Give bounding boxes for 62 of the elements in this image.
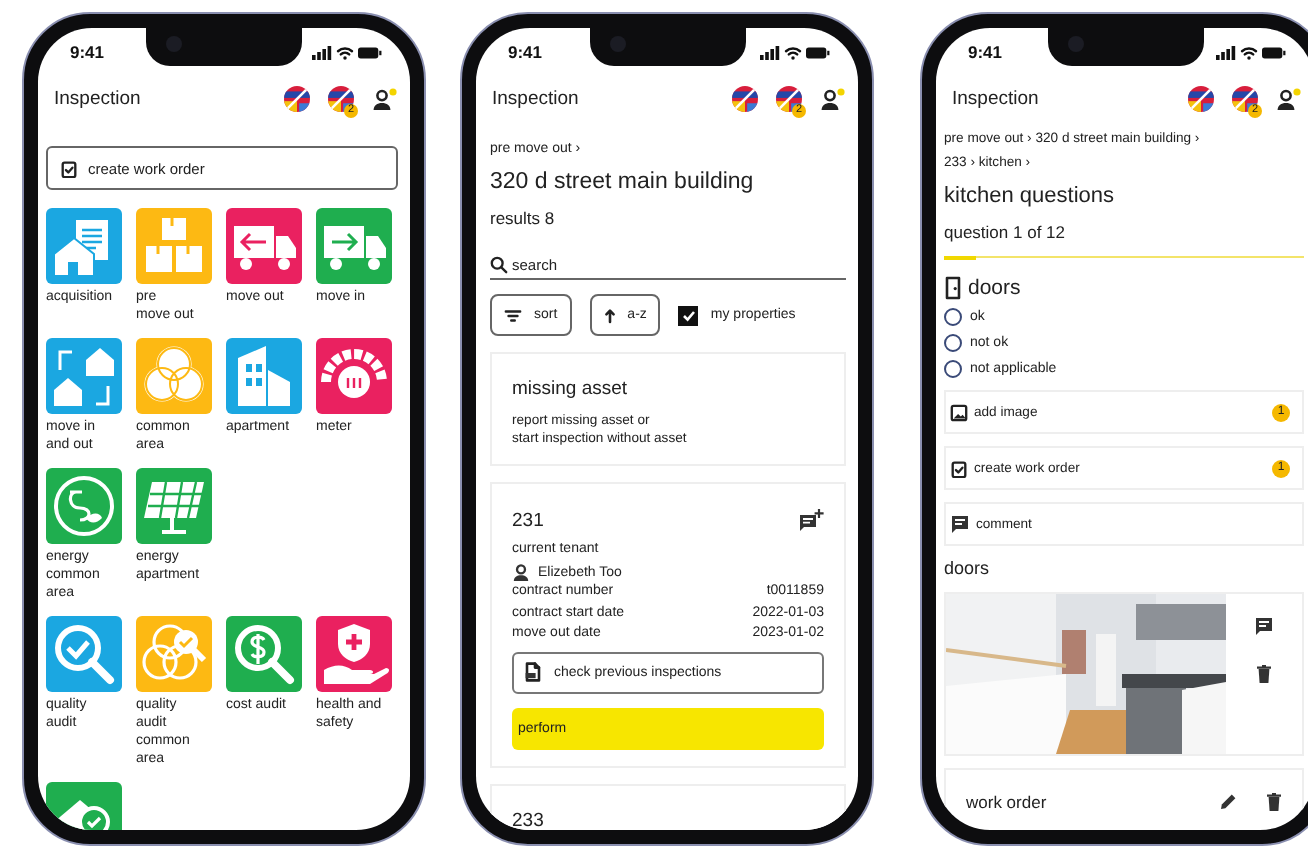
card-title: work order xyxy=(966,792,1049,812)
radio-button[interactable] xyxy=(944,360,962,378)
profile-icon[interactable] xyxy=(1276,87,1302,111)
comment-icon[interactable] xyxy=(1254,616,1274,636)
truck-icon[interactable] xyxy=(316,208,392,284)
gauge-icon[interactable] xyxy=(316,338,392,414)
flag-avatar[interactable] xyxy=(1188,86,1214,112)
page-heading: kitchen questions xyxy=(944,184,1114,208)
truck-icon[interactable] xyxy=(226,208,302,284)
status-time: 9:41 xyxy=(70,42,105,62)
signal-icon xyxy=(760,45,780,59)
radio-button[interactable] xyxy=(944,308,962,326)
section-title: doors xyxy=(968,276,1021,300)
flag-avatar[interactable] xyxy=(776,86,802,112)
profile-icon[interactable] xyxy=(372,87,398,111)
unit-number: 231 xyxy=(512,509,544,531)
profile-icon[interactable] xyxy=(820,87,846,111)
clipboard-check-icon xyxy=(60,159,78,177)
battery-icon xyxy=(806,45,830,59)
shield-icon[interactable] xyxy=(316,616,392,692)
flag-avatar[interactable] xyxy=(284,86,310,112)
comment-plus-icon[interactable] xyxy=(798,508,824,532)
unit-number: 233 xyxy=(512,809,544,830)
flag-avatar[interactable] xyxy=(328,86,354,112)
wifi-icon xyxy=(1240,45,1258,59)
houses-icon[interactable] xyxy=(46,338,122,414)
building-icon[interactable] xyxy=(226,338,302,414)
results-count: results 8 xyxy=(490,208,555,228)
magnifier-icon[interactable] xyxy=(46,616,122,692)
battery-icon xyxy=(358,45,382,59)
battery-icon xyxy=(1262,45,1286,59)
filter-icon xyxy=(504,307,522,323)
person-icon xyxy=(512,564,530,582)
document-icon xyxy=(524,662,542,682)
signal-icon xyxy=(312,45,332,59)
wifi-icon xyxy=(784,45,802,59)
door-icon xyxy=(944,276,962,300)
arrow-up-icon xyxy=(603,307,616,323)
checkbox[interactable] xyxy=(678,305,699,325)
clipboard-check-icon xyxy=(950,459,968,477)
app-title: Inspection xyxy=(492,88,579,110)
photos-heading: doors xyxy=(944,558,990,578)
pencil-icon[interactable] xyxy=(1218,792,1238,812)
solar-panel-icon[interactable] xyxy=(136,468,212,544)
trash-icon[interactable] xyxy=(1256,664,1272,684)
flag-avatar[interactable] xyxy=(732,86,758,112)
app-title: Inspection xyxy=(54,88,141,110)
signal-icon xyxy=(1216,45,1236,59)
page-heading: 320 d street main building xyxy=(490,170,754,194)
app-title: Inspection xyxy=(952,88,1039,110)
image-icon xyxy=(950,403,968,421)
trash-icon[interactable] xyxy=(1266,792,1282,812)
magnifier-icon[interactable] xyxy=(226,616,302,692)
status-time: 9:41 xyxy=(968,42,1003,62)
card-title: missing asset xyxy=(512,378,628,400)
flag-avatar[interactable] xyxy=(1232,86,1258,112)
wifi-icon xyxy=(336,45,354,59)
status-time: 9:41 xyxy=(508,42,543,62)
comment-icon xyxy=(950,514,970,534)
radio-button[interactable] xyxy=(944,334,962,352)
search-icon xyxy=(490,256,508,274)
question-counter: question 1 of 12 xyxy=(944,222,1065,242)
